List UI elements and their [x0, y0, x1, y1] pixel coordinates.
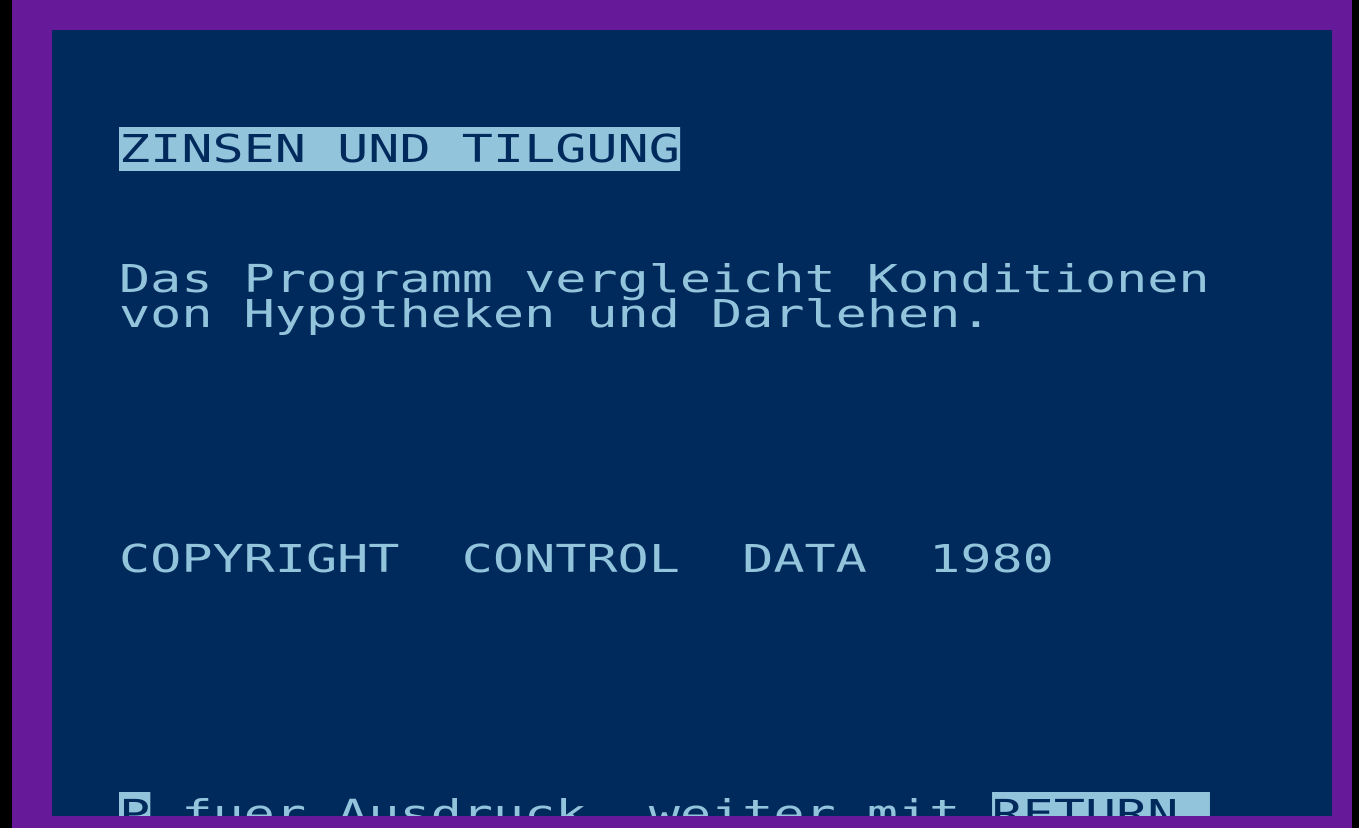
- print-key-badge[interactable]: P: [119, 792, 151, 816]
- copyright-text: COPYRIGHT CONTROL DATA 1980: [119, 537, 1054, 581]
- status-hint-text: fuer Ausdruck ,weiter mit: [150, 792, 992, 816]
- return-key-badge[interactable]: RETURN: [991, 792, 1210, 816]
- program-title-line: ZINSEN UND TILGUNG: [119, 127, 680, 171]
- description-line-2: von Hypotheken und Darlehen.: [119, 295, 991, 333]
- status-prompt-line: P fuer Ausdruck ,weiter mit RETURN: [119, 792, 1210, 816]
- copyright-line: COPYRIGHT CONTROL DATA 1980: [119, 540, 1054, 578]
- page-title: ZINSEN UND TILGUNG: [119, 127, 680, 171]
- tv-border-frame: ZINSEN UND TILGUNG Das Programm vergleic…: [12, 0, 1352, 828]
- terminal-screen: ZINSEN UND TILGUNG Das Programm vergleic…: [52, 30, 1332, 816]
- description-text-2: von Hypotheken und Darlehen.: [119, 292, 992, 336]
